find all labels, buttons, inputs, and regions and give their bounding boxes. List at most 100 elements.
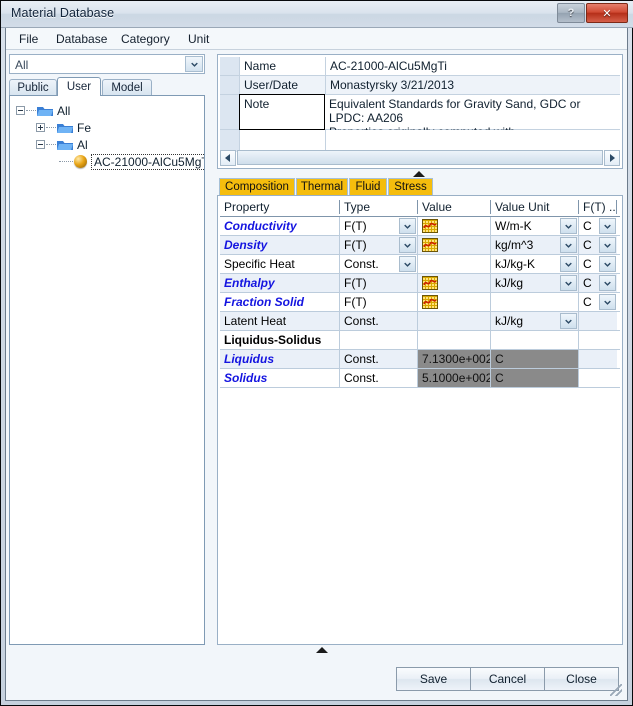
expand-toggle-icon[interactable]: [36, 123, 45, 132]
property-unit[interactable]: kJ/kg: [491, 312, 579, 330]
help-button[interactable]: ?: [557, 3, 585, 23]
property-name[interactable]: Conductivity: [220, 217, 340, 235]
property-ft[interactable]: C: [579, 293, 617, 311]
property-unit[interactable]: [491, 293, 579, 311]
table-row[interactable]: Latent Heat Const. kJ/kg: [220, 312, 620, 331]
property-ft[interactable]: C: [579, 236, 617, 254]
chevron-down-icon[interactable]: [599, 237, 616, 253]
chevron-down-icon[interactable]: [560, 218, 577, 234]
property-value[interactable]: [418, 293, 491, 311]
header-value-unit[interactable]: Value Unit: [491, 198, 579, 216]
close-button[interactable]: Close: [544, 667, 619, 691]
chevron-down-icon[interactable]: [599, 256, 616, 272]
property-unit[interactable]: kJ/kg: [491, 274, 579, 292]
info-value[interactable]: Equivalent Standards for Gravity Sand, G…: [325, 95, 620, 153]
menu-unit[interactable]: Unit: [183, 31, 214, 47]
database-filter-combo[interactable]: All: [9, 54, 205, 74]
info-row-userdate[interactable]: User/Date Monastyrsky 3/21/2013: [220, 76, 620, 95]
property-ft[interactable]: C: [579, 274, 617, 292]
tab-fluid[interactable]: Fluid: [349, 178, 387, 196]
collapse-toggle-icon[interactable]: [36, 140, 45, 149]
property-value[interactable]: 7.1300e+002: [418, 350, 491, 368]
property-ft[interactable]: [579, 350, 617, 368]
property-unit[interactable]: kJ/kg-K: [491, 255, 579, 273]
collapse-toggle-icon[interactable]: [16, 106, 25, 115]
tab-stress[interactable]: Stress: [388, 178, 433, 196]
scroll-thumb[interactable]: [237, 150, 603, 165]
table-row[interactable]: Enthalpy F(T) kJ/kg C: [220, 274, 620, 293]
header-value[interactable]: Value: [418, 198, 491, 216]
property-name[interactable]: Latent Heat: [220, 312, 340, 330]
close-window-button[interactable]: ✕: [586, 3, 628, 23]
property-ft[interactable]: [579, 369, 617, 387]
curve-chart-icon[interactable]: [422, 238, 438, 252]
table-row[interactable]: Specific Heat Const. kJ/kg-K C: [220, 255, 620, 274]
property-name[interactable]: Density: [220, 236, 340, 254]
save-button[interactable]: Save: [396, 667, 471, 691]
property-name[interactable]: Enthalpy: [220, 274, 340, 292]
menu-category[interactable]: Category: [116, 31, 175, 47]
property-ft[interactable]: [579, 312, 617, 330]
property-type[interactable]: Const.: [340, 369, 418, 387]
chevron-down-icon[interactable]: [599, 294, 616, 310]
resize-grip[interactable]: [610, 684, 622, 696]
header-ft[interactable]: F(T) ...: [579, 198, 617, 216]
tab-model[interactable]: Model: [102, 79, 152, 96]
property-unit[interactable]: C: [491, 369, 579, 387]
property-type[interactable]: F(T): [340, 274, 418, 292]
splitter-arrow-bottom[interactable]: [316, 647, 328, 653]
tree-node-al[interactable]: Al: [36, 136, 88, 153]
property-value[interactable]: [418, 217, 491, 235]
property-name[interactable]: Fraction Solid: [220, 293, 340, 311]
info-value[interactable]: AC-21000-AlCu5MgTi: [326, 57, 620, 75]
info-row-note[interactable]: Note Equivalent Standards for Gravity Sa…: [220, 94, 620, 153]
info-value[interactable]: Monastyrsky 3/21/2013: [326, 76, 620, 94]
property-type[interactable]: F(T): [340, 293, 418, 311]
curve-chart-icon[interactable]: [422, 219, 438, 233]
property-type[interactable]: F(T): [340, 217, 418, 235]
chevron-down-icon[interactable]: [560, 256, 577, 272]
info-row-name[interactable]: Name AC-21000-AlCu5MgTi: [220, 57, 620, 76]
chevron-down-icon[interactable]: [399, 218, 416, 234]
property-value[interactable]: [418, 255, 491, 273]
property-value[interactable]: 5.1000e+002: [418, 369, 491, 387]
cancel-button[interactable]: Cancel: [470, 667, 545, 691]
property-ft[interactable]: C: [579, 255, 617, 273]
property-unit[interactable]: W/m-K: [491, 217, 579, 235]
tab-public[interactable]: Public: [9, 79, 57, 96]
chevron-down-icon[interactable]: [599, 275, 616, 291]
property-value[interactable]: [418, 312, 491, 330]
tree-node-material[interactable]: AC-21000-AlCu5MgTi: [58, 153, 204, 170]
property-name[interactable]: Solidus: [220, 369, 340, 387]
scroll-left-icon[interactable]: [220, 149, 236, 166]
chevron-down-icon[interactable]: [560, 237, 577, 253]
chevron-down-icon[interactable]: [560, 313, 577, 329]
table-row[interactable]: Density F(T) kg/m^3 C: [220, 236, 620, 255]
tree-node-fe[interactable]: Fe: [36, 119, 91, 136]
tab-user[interactable]: User: [57, 77, 101, 96]
property-type[interactable]: Const.: [340, 255, 418, 273]
property-type[interactable]: Const.: [340, 350, 418, 368]
property-name[interactable]: Specific Heat: [220, 255, 340, 273]
property-unit[interactable]: C: [491, 350, 579, 368]
menu-database[interactable]: Database: [51, 31, 112, 47]
curve-chart-icon[interactable]: [422, 295, 438, 309]
chevron-down-icon[interactable]: [599, 218, 616, 234]
splitter-arrow-top[interactable]: [413, 171, 425, 177]
curve-chart-icon[interactable]: [422, 276, 438, 290]
header-property[interactable]: Property: [220, 198, 340, 216]
property-value[interactable]: [418, 274, 491, 292]
chevron-down-icon[interactable]: [399, 237, 416, 253]
menu-file[interactable]: File: [14, 31, 43, 47]
chevron-down-icon[interactable]: [185, 56, 203, 72]
table-row[interactable]: Liquidus Const. 7.1300e+002 C: [220, 350, 620, 369]
property-type[interactable]: Const.: [340, 312, 418, 330]
tree-node-all[interactable]: All: [16, 102, 70, 119]
property-type[interactable]: F(T): [340, 236, 418, 254]
tab-thermal[interactable]: Thermal: [296, 178, 348, 196]
info-horizontal-scrollbar[interactable]: [220, 149, 620, 166]
table-row[interactable]: Liquidus-Solidus: [220, 331, 620, 350]
property-ft[interactable]: C: [579, 217, 617, 235]
scroll-right-icon[interactable]: [604, 149, 620, 166]
table-row[interactable]: Solidus Const. 5.1000e+002 C: [220, 369, 620, 388]
